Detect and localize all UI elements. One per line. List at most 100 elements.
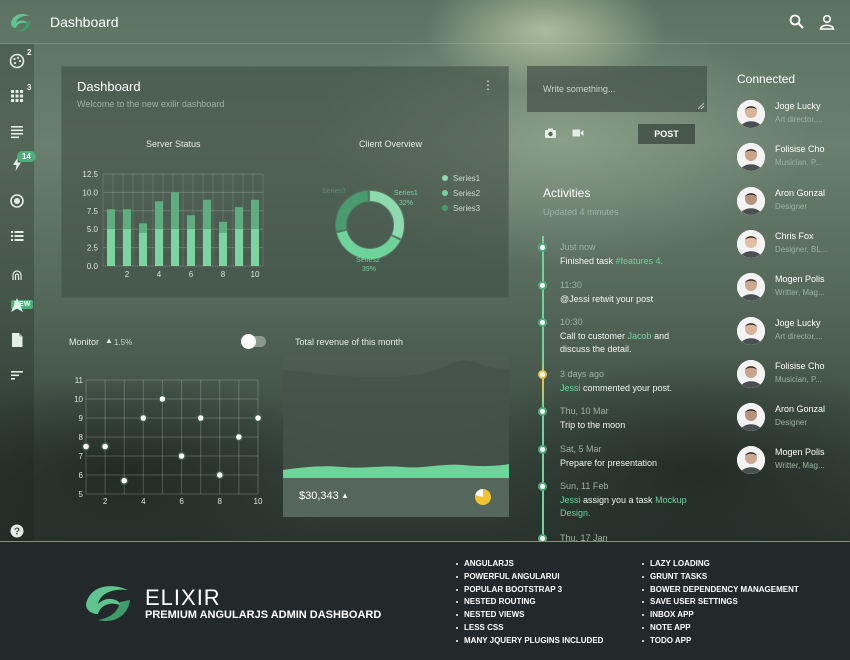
feature-item: POPULAR BOOTSTRAP 3 — [464, 584, 563, 594]
post-button[interactable]: POST — [638, 124, 695, 144]
activity-time: 3 days ago — [560, 369, 605, 379]
resize-handle-icon[interactable] — [697, 102, 705, 110]
feature-item: SAVE USER SETTINGS — [650, 597, 738, 607]
feature-item: TODO APP — [650, 635, 692, 645]
feature-bullet — [642, 563, 644, 565]
avatar[interactable] — [737, 186, 765, 215]
revenue-trend-up-icon: ▲ — [341, 491, 349, 500]
person-name: Mogen Polis — [775, 274, 825, 285]
avatar[interactable] — [737, 316, 765, 345]
activity-link[interactable]: #features 4. — [616, 256, 664, 266]
activity-text: Finished task #features 4. — [560, 256, 664, 266]
search-icon[interactable] — [788, 13, 806, 31]
bar — [155, 229, 163, 266]
person-name: Aron Gonzal — [775, 187, 826, 198]
scatter-point — [215, 470, 225, 480]
monitor-change: 1.5% — [114, 338, 133, 347]
donut-label-series2-pct: 39% — [362, 266, 377, 273]
palette-icon[interactable] — [8, 52, 26, 70]
monitor-scatter-chart: 11 10 9 8 7 6 5 2 4 6 8 10 — [74, 376, 263, 506]
activities-title: Activities — [543, 186, 591, 200]
activity-time: Sat, 5 Mar — [560, 444, 602, 454]
x-tick-label: 10 — [251, 270, 260, 279]
legend-series3: Series3 — [453, 204, 481, 213]
text-lines-icon[interactable] — [8, 122, 26, 140]
scatter-point — [196, 413, 205, 423]
y-tick-label: 8 — [79, 433, 84, 442]
donut-label-series3: Series3 — [322, 188, 346, 195]
y-tick-label: 10.0 — [82, 188, 98, 197]
person-role: Designer, BL... — [775, 244, 828, 254]
scatter-point — [119, 476, 129, 485]
avatar[interactable] — [737, 359, 765, 388]
apps-grid-icon[interactable] — [8, 87, 26, 105]
elixir-brand-logo-icon — [86, 586, 130, 622]
post-composer-placeholder: Write something... — [543, 84, 616, 94]
x-tick-label: 8 — [218, 497, 223, 506]
feature-item: INBOX APP — [650, 610, 694, 620]
connected-person[interactable]: Folisise Cho Musician, P... — [737, 359, 850, 391]
activities-subtitle: Updated 4 minutes — [543, 207, 619, 217]
avatar[interactable] — [737, 446, 765, 475]
avatar[interactable] — [737, 229, 765, 258]
bar — [107, 229, 115, 266]
activity-link[interactable]: Jessi — [560, 495, 581, 505]
record-icon[interactable] — [8, 192, 26, 210]
list-icon[interactable] — [8, 227, 26, 245]
bar — [219, 232, 227, 266]
person-role: Writter, Mag... — [775, 461, 825, 471]
feature-bullet — [456, 575, 458, 578]
feature-bullet — [642, 575, 644, 578]
bar — [123, 229, 131, 266]
camera-icon[interactable] — [544, 127, 557, 139]
y-tick-label: 11 — [75, 376, 84, 385]
navigation-icon[interactable] — [8, 296, 26, 314]
feature-bullet — [456, 627, 458, 629]
feature-bullet — [456, 639, 458, 642]
avatar[interactable] — [737, 403, 765, 432]
connected-person[interactable]: Aron Gonzal Designer — [737, 402, 850, 434]
person-name: Chris Fox — [775, 230, 814, 241]
more-menu-icon[interactable]: ⋮ — [482, 78, 494, 92]
activity-link[interactable]: Jacob — [628, 331, 652, 341]
avatar[interactable] — [737, 143, 765, 172]
feature-item: LESS CSS — [464, 623, 504, 632]
connected-person[interactable]: Aron Gonzal Designer — [737, 186, 850, 218]
activity-text: Jessi assign you a task Mockup Design. — [560, 495, 687, 518]
connected-person[interactable]: Mogen Polis Writter, Mag... — [737, 445, 850, 477]
person-role: Designer — [775, 418, 808, 428]
feature-bullet — [642, 627, 644, 629]
elixir-logo-icon[interactable] — [8, 9, 34, 35]
scatter-point — [158, 394, 167, 404]
donut-label-series1: Series1 — [394, 190, 418, 197]
activity-link[interactable]: Jessi — [560, 383, 581, 393]
person-role: Musician, P... — [775, 374, 822, 384]
avatar[interactable] — [737, 273, 765, 302]
connected-person[interactable]: Joge Lucky Art director,... — [737, 99, 850, 131]
help-icon[interactable]: ? — [8, 522, 26, 540]
connected-person[interactable]: Chris Fox Designer, BL... — [737, 229, 850, 261]
scatter-point — [81, 442, 91, 451]
y-tick-label: 6 — [79, 471, 84, 480]
y-tick-label: 10 — [74, 395, 83, 404]
scatter-point — [100, 442, 110, 451]
video-icon[interactable] — [572, 128, 584, 138]
user-icon[interactable] — [818, 13, 836, 31]
connected-person[interactable]: Mogen Polis Writter, Mag... — [737, 272, 850, 304]
revenue-pie-icon[interactable] — [474, 488, 492, 506]
feature-bullet — [642, 588, 644, 591]
bar — [203, 229, 211, 266]
fingerprint-icon[interactable] — [8, 266, 26, 284]
y-tick-label: 7.5 — [87, 207, 99, 216]
connected-person[interactable]: Joge Lucky Art director,... — [737, 316, 850, 348]
connected-person[interactable]: Folisise Cho Musician, P... — [737, 142, 850, 174]
dashboard-card-subtitle: Welcome to the new exilir dashboard — [77, 99, 225, 109]
connected-title: Connected — [737, 72, 796, 86]
avatar[interactable] — [737, 100, 765, 128]
monitor-toggle[interactable] — [241, 334, 266, 349]
sidebar: 2 3 14 NEW ? — [0, 44, 36, 541]
sort-icon[interactable] — [8, 366, 26, 384]
document-icon[interactable] — [8, 331, 26, 349]
person-role: Art director,... — [775, 331, 823, 341]
monitor-trend-up-icon: ▲ — [105, 336, 113, 345]
